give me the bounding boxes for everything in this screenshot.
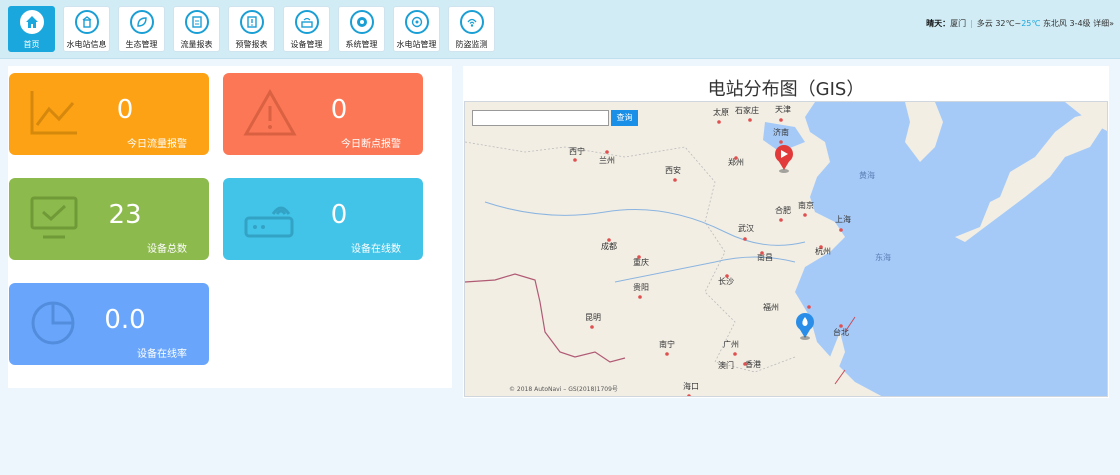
city-label: 南京	[798, 200, 814, 210]
city-label: 贵阳	[633, 282, 649, 292]
online-rate-card[interactable]: 0.0 设备在线率	[9, 283, 209, 365]
nav-label: 首页	[23, 40, 40, 49]
nav-ecology[interactable]: 生态管理	[118, 6, 165, 52]
card-value: 0	[330, 95, 348, 125]
device-total-card[interactable]: 23 设备总数	[9, 178, 209, 260]
weather-temp-high: 32℃	[995, 19, 1015, 28]
card-label: 设备在线数	[351, 244, 401, 255]
line-chart-icon	[30, 91, 77, 135]
city-label: 上海	[835, 214, 851, 224]
ecology-icon	[129, 10, 154, 34]
flow-alarm-card[interactable]: 0 今日流量报警	[9, 73, 209, 155]
system-icon	[349, 10, 374, 34]
city-label: 成都	[601, 241, 617, 251]
card-value: 0	[330, 200, 348, 230]
city-label: 天津	[775, 104, 791, 114]
city-label: 海口	[683, 381, 699, 391]
card-label: 今日流量报警	[127, 139, 187, 150]
router-icon	[244, 206, 294, 238]
weather-city: 厦门	[950, 19, 967, 28]
city-label: 长沙	[718, 276, 734, 286]
city-label: 南宁	[659, 339, 675, 349]
anti-theft-icon	[459, 10, 484, 34]
card-label: 今日断点报警	[341, 139, 401, 150]
city-label: 西宁	[569, 146, 585, 156]
city-label: 福州	[763, 303, 779, 312]
map-search-button[interactable]: 查询	[611, 110, 638, 126]
map-search-input[interactable]	[472, 110, 609, 126]
card-value: 0.0	[104, 305, 146, 335]
sea-label: 黄海	[859, 170, 875, 180]
nav-label: 系统管理	[345, 40, 378, 49]
station-manage-icon	[404, 10, 429, 34]
weather-temp-low: 25℃	[1021, 19, 1041, 28]
card-label: 设备总数	[147, 244, 187, 255]
nav-system-manage[interactable]: 系统管理	[338, 6, 385, 52]
nav-home[interactable]: 首页	[8, 6, 55, 52]
nav-label: 防盗监测	[455, 40, 488, 49]
map-title: 电站分布图（GIS）	[707, 79, 865, 100]
flow-report-icon	[184, 10, 209, 34]
weather-city-label: 晴天：	[926, 19, 951, 28]
alarm-report-icon	[239, 10, 264, 34]
device-online-card[interactable]: 0 设备在线数	[223, 178, 423, 260]
city-label: 重庆	[633, 257, 649, 267]
nav-device-manage[interactable]: 设备管理	[283, 6, 330, 52]
weather-detail-link[interactable]: 详细»	[1093, 19, 1114, 28]
weather-desc: 多云	[976, 19, 993, 28]
card-label: 设备在线率	[137, 349, 187, 360]
stats-panel: 0 今日流量报警 0 今日断点报警 23 设备总数 0 设备在线数 0.0 设备…	[8, 66, 452, 388]
nav-label: 预警报表	[235, 40, 268, 49]
city-label: 济南	[773, 127, 789, 137]
city-label: 广州	[723, 339, 739, 349]
city-label: 西安	[665, 165, 681, 175]
nav-flow-report[interactable]: 流量报表	[173, 6, 220, 52]
nav-label: 流量报表	[180, 40, 213, 49]
city-label: 南昌	[757, 252, 773, 262]
nav-alarm-report[interactable]: 预警报表	[228, 6, 275, 52]
city-label: 兰州	[599, 155, 615, 165]
map-canvas[interactable]: 太原 石家庄 天津 济南 西宁 兰州 郑州 西安 合肥 南京 上海 武汉 杭州 …	[465, 102, 1108, 397]
card-value: 23	[108, 200, 142, 230]
nav-label: 水电站信息	[66, 40, 107, 49]
main-nav: 首页 水电站信息 生态管理 流量报表 预警报表 设备管理 系统管理 水电站管理 …	[8, 6, 495, 52]
nav-anti-theft[interactable]: 防盗监测	[448, 6, 495, 52]
city-label: 杭州	[815, 246, 831, 256]
warning-icon	[243, 89, 297, 136]
city-label: 武汉	[738, 223, 754, 233]
monitor-icon	[30, 196, 78, 239]
weather-info: 晴天：厦门 | 多云 32℃~25℃ 东北风 3-4级 详细»	[926, 19, 1114, 28]
gis-map[interactable]: 太原 石家庄 天津 济南 西宁 兰州 郑州 西安 合肥 南京 上海 武汉 杭州 …	[464, 101, 1108, 397]
nav-label: 设备管理	[290, 40, 323, 49]
city-label: 合肥	[775, 205, 791, 215]
map-copyright: © 2018 AutoNavi – GS(2018)1709号	[509, 386, 618, 393]
sea-label: 东海	[875, 252, 891, 262]
city-label: 台北	[833, 327, 849, 337]
card-value: 0	[116, 95, 134, 125]
city-label: 香港	[745, 359, 761, 369]
top-navigation-bar: 首页 水电站信息 生态管理 流量报表 预警报表 设备管理 系统管理 水电站管理 …	[0, 0, 1120, 59]
city-label: 澳门	[718, 360, 734, 370]
device-icon	[294, 10, 319, 34]
nav-label: 生态管理	[125, 40, 158, 49]
nav-label: 水电站管理	[396, 40, 437, 49]
nav-station-info[interactable]: 水电站信息	[63, 6, 110, 52]
pie-chart-icon	[31, 301, 75, 345]
city-label: 太原	[713, 107, 729, 117]
station-info-icon	[74, 10, 99, 34]
city-label: 石家庄	[735, 105, 759, 115]
breakpoint-alarm-card[interactable]: 0 今日断点报警	[223, 73, 423, 155]
gis-panel: 电站分布图（GIS） 太原 石家庄 天津 济南 西宁 兰州 郑州 西安 合肥 南…	[463, 66, 1109, 398]
home-icon	[19, 10, 44, 34]
nav-station-manage[interactable]: 水电站管理	[393, 6, 440, 52]
city-label: 昆明	[585, 313, 601, 322]
weather-wind: 东北风 3-4级	[1042, 19, 1091, 28]
